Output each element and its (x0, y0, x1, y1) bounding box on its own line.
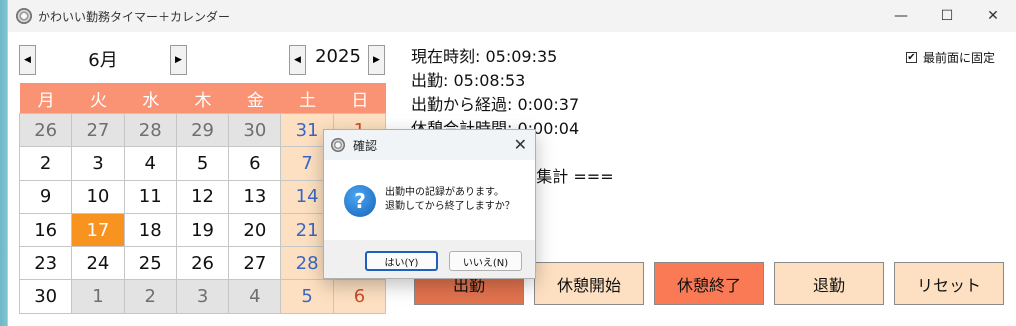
calendar-day[interactable]: 2 (123, 279, 177, 314)
calendar-day[interactable]: 11 (123, 179, 177, 214)
calendar-day-today[interactable]: 17 (71, 212, 125, 248)
prev-month-button[interactable]: ◀ (19, 45, 36, 75)
dialog-close-button[interactable]: ✕ (514, 135, 527, 154)
calendar-day[interactable]: 26 (19, 113, 73, 148)
calendar-day[interactable]: 20 (228, 212, 282, 248)
calendar-day[interactable]: 30 (19, 279, 73, 314)
topmost-checkbox[interactable]: ✔ 最前面に固定 (906, 49, 995, 66)
confirm-dialog: 確認 ✕ ? 出勤中の記録があります。 退勤してから終了しますか？ はい(Y) … (323, 129, 536, 279)
dialog-title: 確認 (353, 138, 378, 153)
calendar-day[interactable]: 25 (123, 246, 177, 281)
weekday-sun: 日 (333, 83, 387, 113)
calendar-day[interactable]: 6 (332, 279, 387, 314)
calendar-day[interactable]: 13 (228, 179, 282, 214)
weekday-mon: 月 (20, 83, 73, 113)
checkbox-icon[interactable]: ✔ (906, 52, 917, 63)
calendar-day[interactable]: 28 (123, 113, 177, 148)
calendar-day[interactable]: 27 (71, 113, 125, 148)
clock-out-button[interactable]: 退勤 (774, 262, 884, 305)
calendar-day[interactable]: 5 (175, 146, 230, 181)
dialog-message-line1: 出勤中の記録があります。 (385, 187, 504, 198)
calendar-day[interactable]: 23 (19, 246, 73, 281)
dialog-message: 出勤中の記録があります。 退勤してから終了しますか？ (385, 186, 515, 214)
calendar-day[interactable]: 26 (175, 246, 230, 281)
window-title: かわいい勤務タイマー＋カレンダー (38, 9, 231, 24)
month-label: 6月 (88, 50, 118, 71)
calendar-day[interactable]: 3 (175, 279, 230, 314)
calendar-day[interactable]: 10 (71, 179, 125, 214)
close-button[interactable]: ✕ (970, 0, 1016, 32)
app-icon (331, 138, 345, 152)
clock-in-text: 出勤: 05:08:53 (411, 71, 526, 90)
next-month-button[interactable]: ▶ (170, 45, 187, 75)
dialog-message-line2: 退勤してから終了しますか？ (385, 201, 515, 212)
topmost-label: 最前面に固定 (923, 51, 996, 65)
calendar-day[interactable]: 3 (71, 146, 125, 181)
calendar-day[interactable]: 19 (175, 212, 230, 248)
calendar-day[interactable]: 9 (19, 179, 73, 214)
calendar-day[interactable]: 12 (175, 179, 230, 214)
break-end-button[interactable]: 休憩終了 (654, 262, 764, 305)
calendar-day[interactable]: 6 (228, 146, 282, 181)
calendar-day[interactable]: 4 (123, 146, 177, 181)
no-button[interactable]: いいえ(N) (449, 251, 522, 271)
weekday-sat: 土 (281, 83, 334, 113)
break-start-button[interactable]: 休憩開始 (534, 262, 644, 305)
elapsed-text: 出勤から経過: 0:00:37 (411, 95, 580, 114)
calendar-day[interactable]: 16 (19, 212, 73, 248)
dialog-title-bar: 確認 ✕ (324, 130, 535, 160)
calendar-day[interactable]: 1 (71, 279, 125, 314)
weekday-fri: 金 (229, 83, 282, 113)
weekday-wed: 水 (124, 83, 177, 113)
app-icon (16, 8, 32, 24)
calendar-day[interactable]: 29 (175, 113, 230, 148)
year-label: 2025 (315, 46, 361, 67)
calendar-day[interactable]: 27 (228, 246, 282, 281)
maximize-button[interactable]: ☐ (924, 0, 970, 32)
app-window: かわいい勤務タイマー＋カレンダー — ☐ ✕ ◀ 6月 ▶ ◀ 2025 ▶ 月… (7, 0, 1016, 326)
calendar-day[interactable]: 24 (71, 246, 125, 281)
next-year-button[interactable]: ▶ (368, 45, 385, 75)
reset-button[interactable]: リセット (894, 262, 1004, 305)
weekday-tue: 火 (72, 83, 125, 113)
yes-button[interactable]: はい(Y) (365, 251, 438, 271)
question-icon: ? (344, 185, 376, 217)
calendar-day[interactable]: 18 (123, 212, 177, 248)
calendar-day[interactable]: 2 (19, 146, 73, 181)
calendar-day[interactable]: 30 (228, 113, 282, 148)
calendar-day[interactable]: 4 (228, 279, 282, 314)
window-controls: — ☐ ✕ (878, 0, 1016, 32)
calendar-day[interactable]: 5 (280, 279, 334, 314)
current-time-text: 現在時刻: 05:09:35 (411, 47, 558, 66)
prev-year-button[interactable]: ◀ (289, 45, 306, 75)
weekday-thu: 木 (176, 83, 230, 113)
title-bar: かわいい勤務タイマー＋カレンダー — ☐ ✕ (8, 0, 1016, 32)
dialog-body: ? 出勤中の記録があります。 退勤してから終了しますか？ (324, 160, 535, 240)
minimize-button[interactable]: — (878, 0, 924, 32)
